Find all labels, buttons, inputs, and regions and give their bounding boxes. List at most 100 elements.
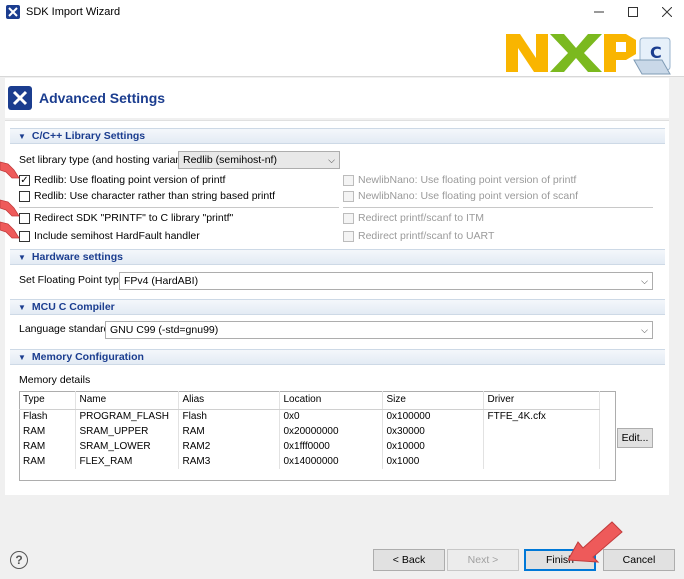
checkbox-redirect-uart[interactable]	[343, 231, 354, 242]
table-cell: RAM2	[178, 439, 280, 454]
options-divider	[343, 207, 653, 208]
collapse-triangle-icon: ▼	[18, 252, 26, 262]
table-cell: 0x20000000	[279, 424, 383, 439]
wizard-banner: C	[0, 24, 684, 76]
table-cell: FLEX_RAM	[75, 454, 179, 469]
checkbox-label: Include semihost HardFault handler	[34, 230, 200, 242]
checkbox-newlibnano-float-scanf[interactable]	[343, 191, 354, 202]
checkbox-label: Redirect printf/scanf to ITM	[358, 212, 485, 224]
column-header[interactable]: Size	[382, 391, 484, 410]
table-cell: Flash	[19, 409, 76, 424]
table-cell: PROGRAM_FLASH	[75, 409, 179, 424]
checkbox-redirect-sdk-printf[interactable]	[19, 213, 30, 224]
table-cell: SRAM_UPPER	[75, 424, 179, 439]
chevron-down-icon: ⌵	[328, 155, 335, 165]
checkbox-label: NewlibNano: Use floating point version o…	[358, 190, 579, 202]
fp-type-value: FPv4 (HardABI)	[124, 275, 199, 287]
svg-text:C: C	[650, 43, 662, 62]
column-header[interactable]: Name	[75, 391, 179, 410]
wizard-app-icon	[6, 5, 20, 19]
language-standard-value: GNU C99 (-std=gnu99)	[110, 324, 219, 336]
collapse-triangle-icon: ▼	[18, 131, 26, 141]
table-cell: RAM	[19, 454, 76, 469]
table-row[interactable]: RAM SRAM_UPPER RAM 0x20000000 0x30000	[19, 424, 600, 439]
checkbox-semihost-hardfault[interactable]	[19, 231, 30, 242]
language-standard-label: Language standard	[19, 323, 110, 335]
section-library-settings[interactable]: ▼ C/C++ Library Settings	[10, 128, 665, 144]
checkbox-label: Redirect printf/scanf to UART	[358, 230, 495, 242]
checkbox-label: Redirect SDK "PRINTF" to C library "prin…	[34, 212, 234, 224]
checkbox-label: Redlib: Use floating point version of pr…	[34, 174, 226, 186]
help-button[interactable]: ?	[10, 551, 28, 569]
table-cell: 0x10000	[382, 439, 484, 454]
table-cell: FTFE_4K.cfx	[483, 409, 600, 424]
table-cell	[483, 439, 600, 454]
table-cell: 0x0	[279, 409, 383, 424]
table-row[interactable]: RAM FLEX_RAM RAM3 0x14000000 0x1000	[19, 454, 600, 469]
close-button[interactable]	[650, 0, 684, 24]
section-title: MCU C Compiler	[31, 301, 115, 313]
memory-table: Type Name Alias Location Size Driver Fla…	[19, 391, 600, 469]
banner-divider	[0, 76, 684, 77]
options-divider	[19, 207, 339, 208]
table-cell: 0x14000000	[279, 454, 383, 469]
nxp-logo-icon: C	[506, 34, 671, 75]
library-type-select[interactable]: Redlib (semihost-nf) ⌵	[178, 151, 340, 169]
edit-memory-button[interactable]: Edit...	[617, 428, 653, 448]
table-row[interactable]: Flash PROGRAM_FLASH Flash 0x0 0x100000 F…	[19, 409, 600, 424]
table-cell: SRAM_LOWER	[75, 439, 179, 454]
checkbox-redirect-itm[interactable]	[343, 213, 354, 224]
page-header: Advanced Settings	[5, 78, 669, 118]
chevron-down-icon: ⌵	[641, 276, 648, 286]
column-header[interactable]: Alias	[178, 391, 280, 410]
checkbox-label: NewlibNano: Use floating point version o…	[358, 174, 577, 186]
section-title: C/C++ Library Settings	[31, 130, 146, 142]
library-type-label: Set library type (and hosting variant)	[19, 154, 188, 166]
page-title: Advanced Settings	[39, 90, 166, 106]
close-icon	[662, 7, 672, 17]
annotation-arrow-icon	[0, 221, 20, 239]
maximize-button[interactable]	[616, 0, 650, 24]
table-cell: RAM	[178, 424, 280, 439]
fp-type-label: Set Floating Point type	[19, 274, 125, 286]
table-cell: 0x100000	[382, 409, 484, 424]
table-header-row: Type Name Alias Location Size Driver	[19, 391, 600, 410]
fp-type-select[interactable]: FPv4 (HardABI) ⌵	[119, 272, 653, 290]
table-cell: RAM	[19, 439, 76, 454]
section-memory-configuration[interactable]: ▼ Memory Configuration	[10, 349, 665, 365]
maximize-icon	[628, 7, 638, 17]
minimize-button[interactable]	[582, 0, 616, 24]
back-button[interactable]: < Back	[373, 549, 445, 571]
table-cell: 0x1fff0000	[279, 439, 383, 454]
table-cell: RAM	[19, 424, 76, 439]
collapse-triangle-icon: ▼	[18, 302, 26, 312]
table-cell	[483, 424, 600, 439]
section-title: Hardware settings	[31, 251, 123, 263]
library-type-value: Redlib (semihost-nf)	[183, 154, 277, 166]
annotation-arrow-icon	[568, 521, 623, 563]
checkbox-redlib-char-printf[interactable]	[19, 191, 30, 202]
checkbox-redlib-float-printf[interactable]: ✓	[19, 175, 30, 186]
checkbox-newlibnano-float-printf[interactable]	[343, 175, 354, 186]
chevron-down-icon: ⌵	[641, 325, 648, 335]
window-title: SDK Import Wizard	[26, 6, 121, 18]
minimize-icon	[594, 11, 604, 13]
table-cell	[483, 454, 600, 469]
language-standard-select[interactable]: GNU C99 (-std=gnu99) ⌵	[105, 321, 653, 339]
wizard-logo-icon	[8, 86, 32, 110]
column-header[interactable]: Driver	[483, 391, 600, 410]
table-cell: Flash	[178, 409, 280, 424]
settings-panel: ▼ C/C++ Library Settings Set library typ…	[5, 120, 669, 495]
table-cell: 0x1000	[382, 454, 484, 469]
section-mcu-compiler[interactable]: ▼ MCU C Compiler	[10, 299, 665, 315]
section-hardware-settings[interactable]: ▼ Hardware settings	[10, 249, 665, 265]
annotation-arrow-icon	[0, 161, 20, 179]
memory-details-label: Memory details	[19, 374, 91, 386]
column-header[interactable]: Type	[19, 391, 76, 410]
section-title: Memory Configuration	[31, 351, 144, 363]
column-header[interactable]: Location	[279, 391, 383, 410]
table-row[interactable]: RAM SRAM_LOWER RAM2 0x1fff0000 0x10000	[19, 439, 600, 454]
table-cell: 0x30000	[382, 424, 484, 439]
checkbox-label: Redlib: Use character rather than string…	[34, 190, 276, 202]
next-button[interactable]: Next >	[447, 549, 519, 571]
